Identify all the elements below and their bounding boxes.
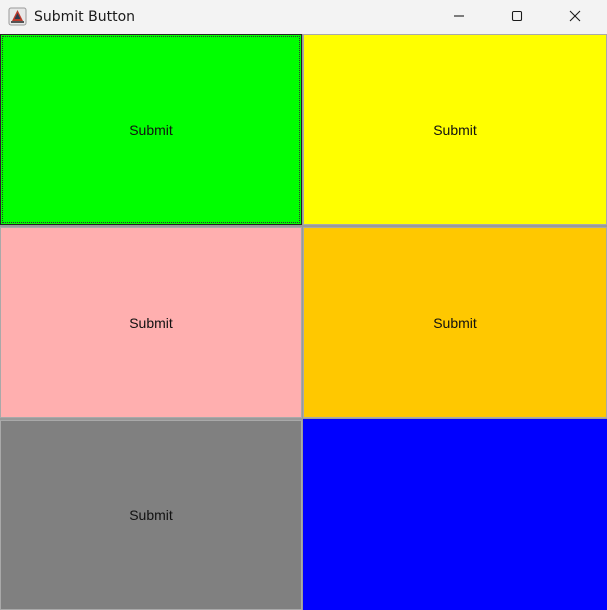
- title-bar[interactable]: Submit Button: [0, 0, 607, 34]
- maximize-button[interactable]: [494, 0, 540, 32]
- button-grid: Submit Submit Submit Submit Submit: [0, 34, 607, 610]
- submit-button-label: Submit: [129, 314, 173, 331]
- close-icon: [569, 10, 581, 22]
- submit-button-label: Submit: [433, 314, 477, 331]
- submit-button-label: Submit: [129, 507, 173, 523]
- minimize-button[interactable]: [436, 0, 482, 32]
- minimize-icon: [454, 15, 464, 17]
- window-title: Submit Button: [34, 9, 136, 25]
- blue-panel: [303, 419, 607, 610]
- close-button[interactable]: [552, 0, 598, 32]
- submit-button-pink[interactable]: Submit: [0, 227, 302, 418]
- submit-button-gray[interactable]: Submit: [0, 420, 302, 610]
- submit-button-yellow[interactable]: Submit: [303, 34, 607, 225]
- maximize-icon: [511, 10, 523, 22]
- submit-button-label: Submit: [433, 121, 477, 138]
- submit-button-label: Submit: [129, 121, 173, 138]
- app-window: Submit Button Submit Submit Submit Submi…: [0, 0, 607, 610]
- submit-button-orange[interactable]: Submit: [303, 227, 607, 418]
- java-app-icon: [8, 7, 27, 26]
- submit-button-green[interactable]: Submit: [0, 34, 302, 225]
